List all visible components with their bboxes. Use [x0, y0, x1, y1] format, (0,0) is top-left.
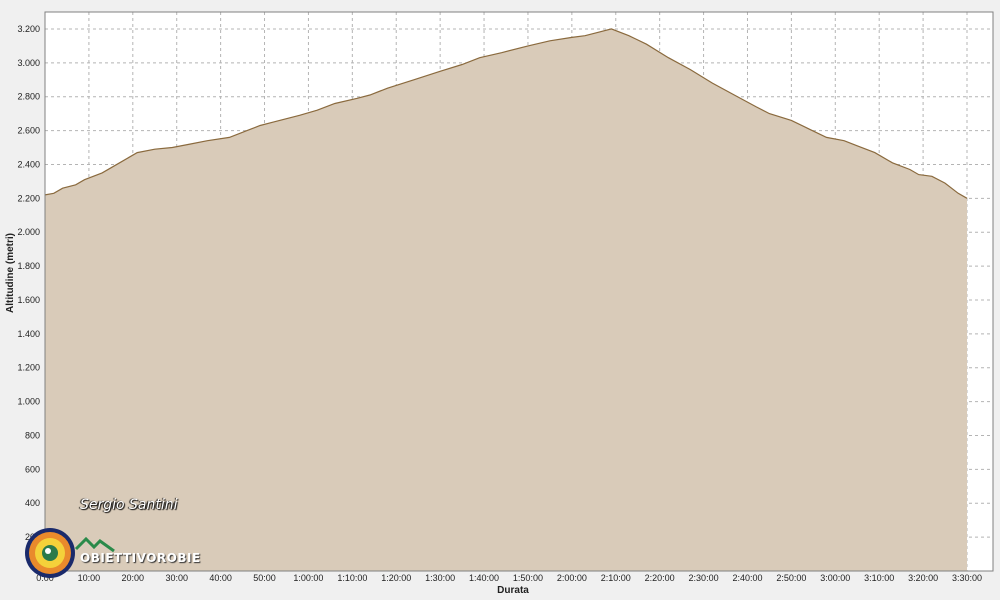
logo-wordmark: OBIETTIVOROBIE	[80, 551, 201, 565]
x-tick-label: 2:00:00	[557, 573, 587, 583]
y-tick-label: 1.400	[17, 329, 40, 339]
y-tick-label: 800	[25, 430, 40, 440]
x-tick-label: 3:10:00	[864, 573, 894, 583]
x-tick-label: 1:20:00	[381, 573, 411, 583]
y-tick-label: 2.200	[17, 193, 40, 203]
x-tick-label: 2:10:00	[601, 573, 631, 583]
x-tick-label: 3:20:00	[908, 573, 938, 583]
y-tick-label: 1.800	[17, 261, 40, 271]
y-tick-label: 1.000	[17, 397, 40, 407]
x-tick-label: 2:20:00	[645, 573, 675, 583]
y-tick-label: 2.400	[17, 159, 40, 169]
y-tick-label: 400	[25, 498, 40, 508]
y-tick-label: 2.000	[17, 227, 40, 237]
y-tick-label: 1.600	[17, 295, 40, 305]
x-tick-label: 50:00	[253, 573, 276, 583]
y-axis-ticks: 2004006008001.0001.2001.4001.6001.8002.0…	[17, 24, 40, 542]
x-tick-label: 2:30:00	[689, 573, 719, 583]
author-watermark: Sergio Santini	[80, 497, 178, 513]
x-tick-label: 1:10:00	[337, 573, 367, 583]
x-tick-label: 2:50:00	[776, 573, 806, 583]
y-tick-label: 2.600	[17, 126, 40, 136]
y-tick-label: 3.200	[17, 24, 40, 34]
y-tick-label: 3.000	[17, 58, 40, 68]
y-tick-label: 1.200	[17, 363, 40, 373]
x-tick-label: 3:30:00	[952, 573, 982, 583]
x-axis-ticks: 0:00 10:00 20:00 30:00 40:00 50:00 1:00:00 1:10…	[36, 573, 982, 583]
x-tick-label: 2:40:00	[732, 573, 762, 583]
y-axis-title: Altitudine (metri)	[5, 233, 16, 313]
x-tick-label: 1:50:00	[513, 573, 543, 583]
x-tick-label: 1:30:00	[425, 573, 455, 583]
x-tick-label: 1:00:00	[293, 573, 323, 583]
x-tick-label: 20:00	[122, 573, 145, 583]
x-tick-label: 30:00	[165, 573, 188, 583]
y-tick-label: 600	[25, 464, 40, 474]
x-tick-label: 40:00	[209, 573, 232, 583]
x-tick-label: 1:40:00	[469, 573, 499, 583]
x-tick-label: 3:00:00	[820, 573, 850, 583]
x-axis-title: Durata	[497, 585, 529, 596]
y-tick-label: 2.800	[17, 92, 40, 102]
